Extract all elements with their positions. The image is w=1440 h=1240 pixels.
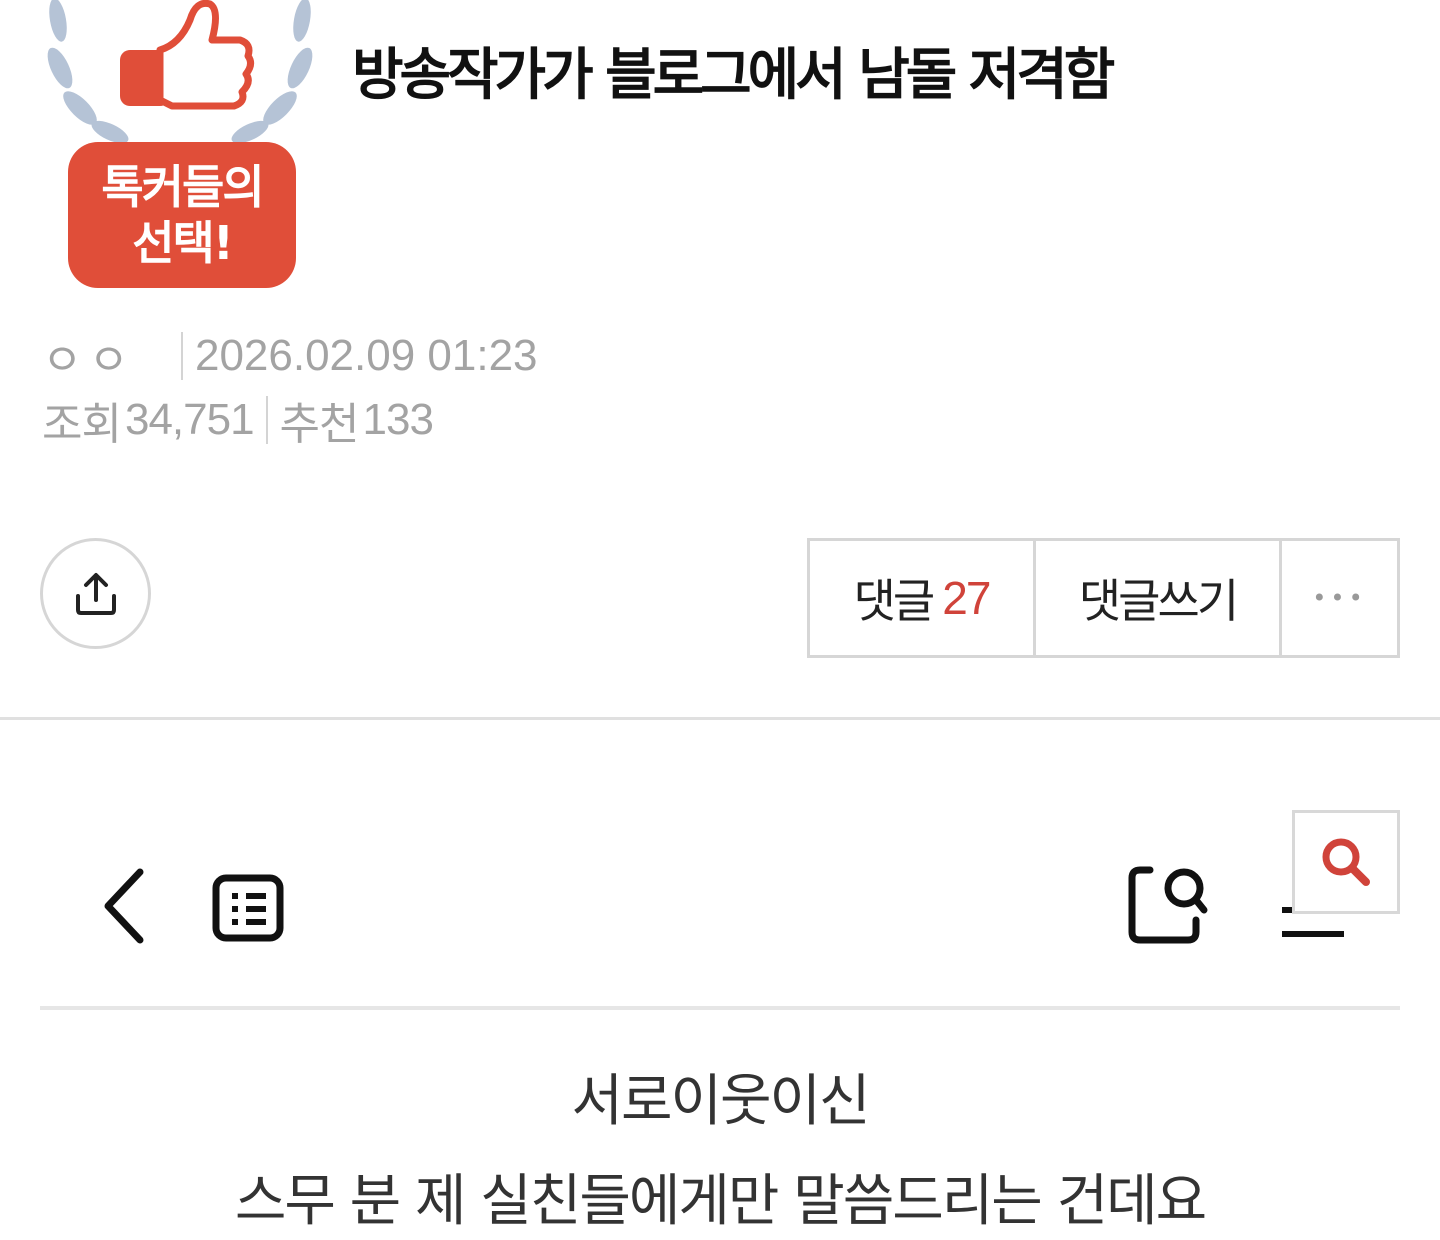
meta-divider [180, 332, 183, 380]
embedded-text-line1: 서로이웃이신 [571, 1069, 870, 1134]
post-meta-author-date: ㅇㅇ 2026.02.09 01:23 [42, 324, 538, 388]
embedded-text-line2: 스무 분 제 실친들에게만 말씀드리는 건데요 [234, 1169, 1207, 1234]
image-zoom-button[interactable] [1292, 810, 1400, 914]
badge-line2: 선택! [132, 216, 234, 270]
recommend-label: 추천 [279, 400, 360, 449]
share-button[interactable] [40, 538, 151, 649]
post-meta-stats: 조회 34,751 추천 133 [42, 388, 434, 452]
embedded-screenshot: 서로이웃이신 스무 분 제 실친들에게만 말씀드리는 건데요 [0, 720, 1440, 1240]
share-icon [75, 572, 116, 615]
more-options-button[interactable]: ••• [1282, 541, 1397, 655]
embedded-toolbar [104, 866, 1344, 944]
meta-divider [265, 396, 268, 444]
write-comment-button[interactable]: 댓글쓰기 [1036, 541, 1282, 655]
author-name[interactable]: ㅇㅇ [42, 324, 135, 388]
post-title: 방송작가가 블로그에서 남돌 저격함 [352, 43, 1115, 108]
badge-label: 톡커들의 선택! [68, 142, 296, 288]
views-count: 34,751 [124, 395, 255, 444]
post-datetime: 2026.02.09 01:23 [194, 331, 538, 380]
badge-line1: 톡커들의 [101, 160, 264, 214]
recommend-count: 133 [362, 395, 434, 444]
views-label: 조회 [42, 400, 122, 449]
search-icon [1322, 838, 1370, 886]
comments-label: 댓글 [853, 574, 936, 628]
back-icon [104, 868, 144, 944]
search-page-icon [1128, 866, 1208, 944]
award-badge: 톡커들의 선택! [40, 0, 320, 295]
list-icon [212, 874, 284, 942]
comments-count: 27 [942, 572, 991, 624]
embedded-divider [40, 1006, 1400, 1010]
more-icon: ••• [1312, 584, 1367, 612]
post-action-bar: 댓글 27 댓글쓰기 ••• [807, 538, 1400, 658]
comments-button[interactable]: 댓글 27 [810, 541, 1036, 655]
